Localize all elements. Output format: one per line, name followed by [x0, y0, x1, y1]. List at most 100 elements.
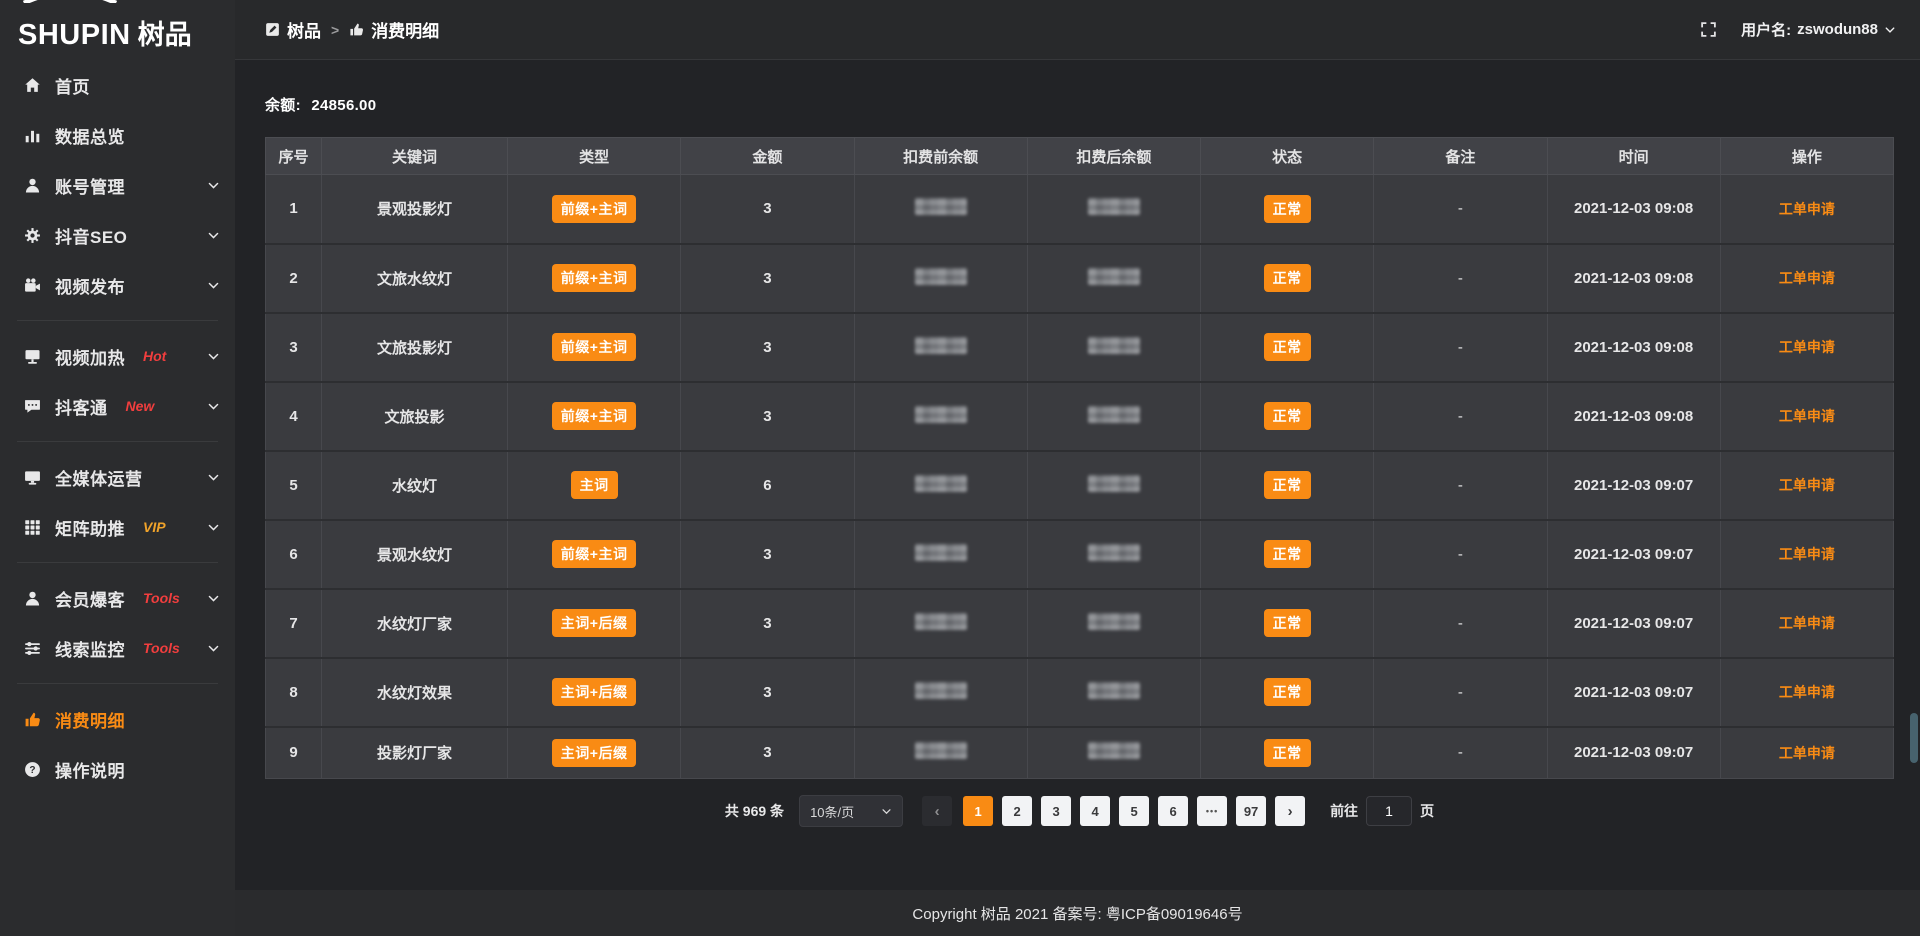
page-button-6[interactable]: 6 — [1158, 796, 1188, 826]
cell-note: - — [1374, 244, 1547, 313]
ticket-apply-link[interactable]: 工单申请 — [1779, 477, 1835, 493]
scrollbar-thumb[interactable] — [1910, 713, 1918, 763]
cell-time: 2021-12-03 09:07 — [1547, 451, 1720, 520]
home-icon — [24, 77, 41, 94]
type-badge: 主词+后缀 — [552, 609, 637, 637]
cell-type: 主词 — [508, 451, 681, 520]
type-badge: 前缀+主词 — [552, 264, 637, 292]
cell-status: 正常 — [1201, 382, 1374, 451]
status-badge: 正常 — [1264, 264, 1311, 292]
ticket-apply-link[interactable]: 工单申请 — [1779, 615, 1835, 631]
cell-time: 2021-12-03 09:08 — [1547, 244, 1720, 313]
chevron-down-icon — [207, 642, 220, 655]
page-button-4[interactable]: 4 — [1080, 796, 1110, 826]
cell-keyword: 景观投影灯 — [322, 175, 508, 244]
goto-page-input[interactable] — [1366, 796, 1412, 826]
breadcrumb-item[interactable]: 树品 — [265, 17, 321, 42]
logo-text-en: SHUPIN — [18, 21, 131, 50]
masked-value — [915, 475, 967, 492]
cell-action: 工单申请 — [1720, 382, 1893, 451]
cell-status: 正常 — [1201, 175, 1374, 244]
ticket-apply-link[interactable]: 工单申请 — [1779, 270, 1835, 286]
cell-time: 2021-12-03 09:07 — [1547, 589, 1720, 658]
type-badge: 主词+后缀 — [552, 678, 637, 706]
table-body: 1 景观投影灯 前缀+主词 3 正常 - 2021-12-03 09:08 工单… — [266, 175, 1894, 779]
page-button-active[interactable]: 1 — [963, 796, 993, 826]
sidebar-item-首页[interactable]: 首页 — [0, 60, 235, 110]
masked-value — [1088, 406, 1140, 423]
sidebar-item-全媒体运营[interactable]: 全媒体运营 — [0, 452, 235, 502]
sidebar-item-消费明细[interactable]: 消费明细 — [0, 694, 235, 744]
username-value: zswodun88 — [1797, 21, 1878, 38]
main-content: 余额: 24856.00 序号关键词类型金额扣费前余额扣费后余额状态备注时间操作… — [235, 0, 1920, 827]
goto-page: 前往 页 — [1330, 796, 1434, 826]
sidebar-item-badge: New — [126, 398, 155, 414]
cell-balance-before — [854, 520, 1027, 589]
sidebar-item-label: 矩阵助推 — [55, 515, 125, 540]
topbar-right: 用户名: zswodun88 — [1700, 19, 1896, 40]
ticket-apply-link[interactable]: 工单申请 — [1779, 408, 1835, 424]
sidebar-item-账号管理[interactable]: 账号管理 — [0, 160, 235, 210]
cell-action: 工单申请 — [1720, 244, 1893, 313]
sidebar-item-视频发布[interactable]: 视频发布 — [0, 260, 235, 310]
table-row: 7 水纹灯厂家 主词+后缀 3 正常 - 2021-12-03 09:07 工单… — [266, 589, 1894, 658]
sidebar-item-抖客通[interactable]: 抖客通 New — [0, 381, 235, 431]
footer: Copyright 树品 2021 备案号: 粤ICP备09019646号 — [235, 890, 1920, 936]
column-备注: 备注 — [1374, 138, 1547, 175]
masked-value — [915, 682, 967, 699]
sidebar-item-数据总览[interactable]: 数据总览 — [0, 110, 235, 160]
sidebar-item-抖音SEO[interactable]: 抖音SEO — [0, 210, 235, 260]
page-ellipsis-button[interactable]: ••• — [1197, 796, 1227, 826]
cell-note: - — [1374, 175, 1547, 244]
cell-keyword: 景观水纹灯 — [322, 520, 508, 589]
page-button-3[interactable]: 3 — [1041, 796, 1071, 826]
cell-note: - — [1374, 451, 1547, 520]
balance: 余额: 24856.00 — [265, 94, 1894, 115]
breadcrumb-item[interactable]: 消费明细 — [349, 17, 439, 42]
sidebar-item-会员爆客[interactable]: 会员爆客 Tools — [0, 573, 235, 623]
next-page-button[interactable]: › — [1275, 796, 1305, 826]
page-button-97[interactable]: 97 — [1236, 796, 1266, 826]
cell-action: 工单申请 — [1720, 175, 1893, 244]
masked-value — [1088, 544, 1140, 561]
fullscreen-icon[interactable] — [1700, 21, 1717, 38]
thumb-icon — [24, 711, 41, 728]
ticket-apply-link[interactable]: 工单申请 — [1779, 684, 1835, 700]
ticket-apply-link[interactable]: 工单申请 — [1779, 201, 1835, 217]
page-button-2[interactable]: 2 — [1002, 796, 1032, 826]
sidebar-nav: 首页 数据总览 账号管理 抖音SEO 视频发布 视频加热 Hot 抖客通 New… — [0, 60, 235, 794]
sidebar-item-线索监控[interactable]: 线索监控 Tools — [0, 623, 235, 673]
status-badge: 正常 — [1264, 540, 1311, 568]
cell-status: 正常 — [1201, 244, 1374, 313]
ticket-apply-link[interactable]: 工单申请 — [1779, 546, 1835, 562]
prev-page-button[interactable]: ‹ — [922, 796, 952, 826]
cell-balance-after — [1027, 727, 1200, 779]
page-button-5[interactable]: 5 — [1119, 796, 1149, 826]
cell-action: 工单申请 — [1720, 727, 1893, 779]
copyright-text: Copyright 树品 2021 备案号: 粤ICP备09019646号 — [912, 903, 1242, 924]
cell-balance-before — [854, 175, 1027, 244]
masked-value — [915, 198, 967, 215]
ticket-apply-link[interactable]: 工单申请 — [1779, 339, 1835, 355]
masked-value — [915, 406, 967, 423]
ticket-apply-link[interactable]: 工单申请 — [1779, 745, 1835, 761]
masked-value — [1088, 337, 1140, 354]
sidebar-item-操作说明[interactable]: 操作说明 — [0, 744, 235, 794]
page-size-select[interactable]: 10条/页 — [799, 795, 903, 827]
cell-action: 工单申请 — [1720, 451, 1893, 520]
cell-balance-after — [1027, 658, 1200, 727]
sidebar-item-视频加热[interactable]: 视频加热 Hot — [0, 331, 235, 381]
cell-amount: 3 — [681, 244, 854, 313]
sidebar-item-label: 线索监控 — [55, 636, 125, 661]
sidebar-item-矩阵助推[interactable]: 矩阵助推 VIP — [0, 502, 235, 552]
grid-icon — [24, 519, 41, 536]
column-操作: 操作 — [1720, 138, 1893, 175]
type-badge: 前缀+主词 — [552, 195, 637, 223]
cell-index: 1 — [266, 175, 322, 244]
type-badge: 主词+后缀 — [552, 739, 637, 767]
chevron-down-icon — [207, 400, 220, 413]
user-menu[interactable]: 用户名: zswodun88 — [1741, 19, 1896, 40]
cell-note: - — [1374, 658, 1547, 727]
sidebar-item-label: 操作说明 — [55, 757, 125, 782]
sliders-icon — [24, 640, 41, 657]
